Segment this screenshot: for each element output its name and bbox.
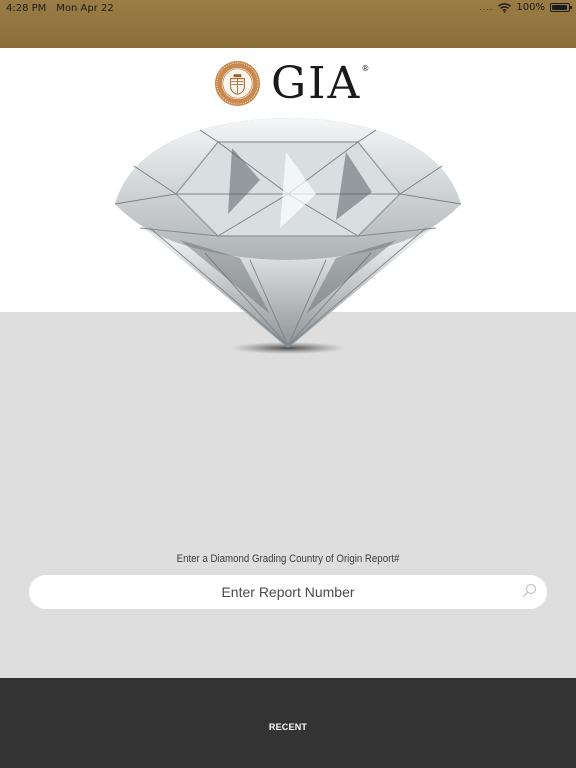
signal-dots: ....: [479, 3, 494, 12]
registered-mark: ®: [361, 63, 370, 73]
battery-percent: 100%: [516, 2, 545, 13]
report-prompt-label: Enter a Diamond Grading Country of Origi…: [176, 553, 400, 565]
footer-bar: RECENT: [0, 678, 576, 768]
report-search-field[interactable]: [29, 575, 547, 609]
battery-icon: [550, 3, 572, 12]
wifi-icon: [498, 2, 512, 13]
diamond-image: [114, 118, 462, 354]
recent-button[interactable]: RECENT: [269, 722, 307, 732]
status-date: Mon Apr 22: [56, 3, 114, 14]
gia-wordmark: GIA: [271, 57, 362, 109]
report-number-input[interactable]: [29, 575, 547, 609]
status-time: 4:28 PM: [6, 3, 47, 14]
status-bar: 4:28 PM Mon Apr 22 .... 100%: [0, 0, 576, 48]
search-icon[interactable]: [521, 583, 537, 599]
gia-seal-icon: [214, 60, 261, 107]
gia-logo: GIA ®: [214, 57, 369, 109]
